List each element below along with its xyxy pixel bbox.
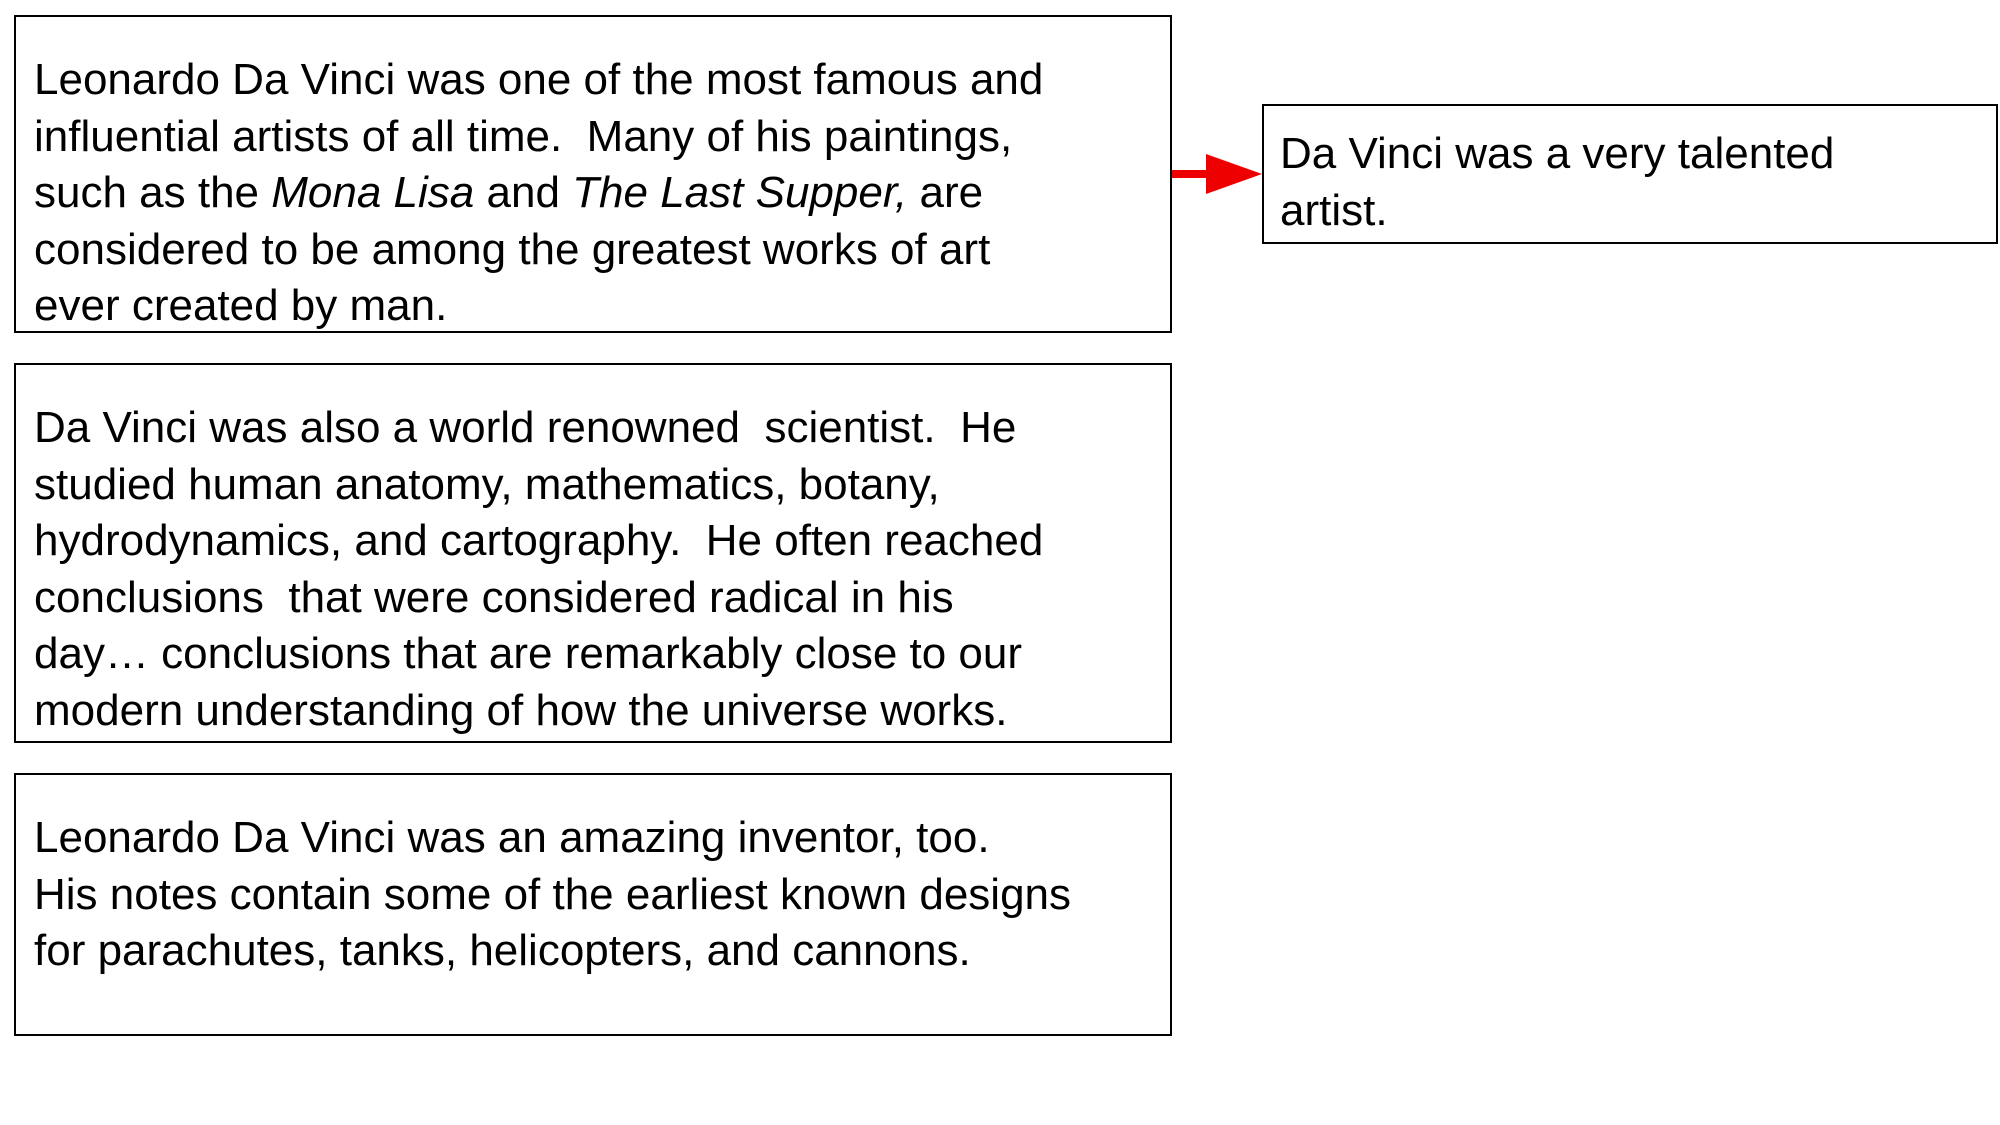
arrow-head-icon bbox=[1206, 154, 1262, 194]
connector-arrow bbox=[1172, 154, 1262, 194]
